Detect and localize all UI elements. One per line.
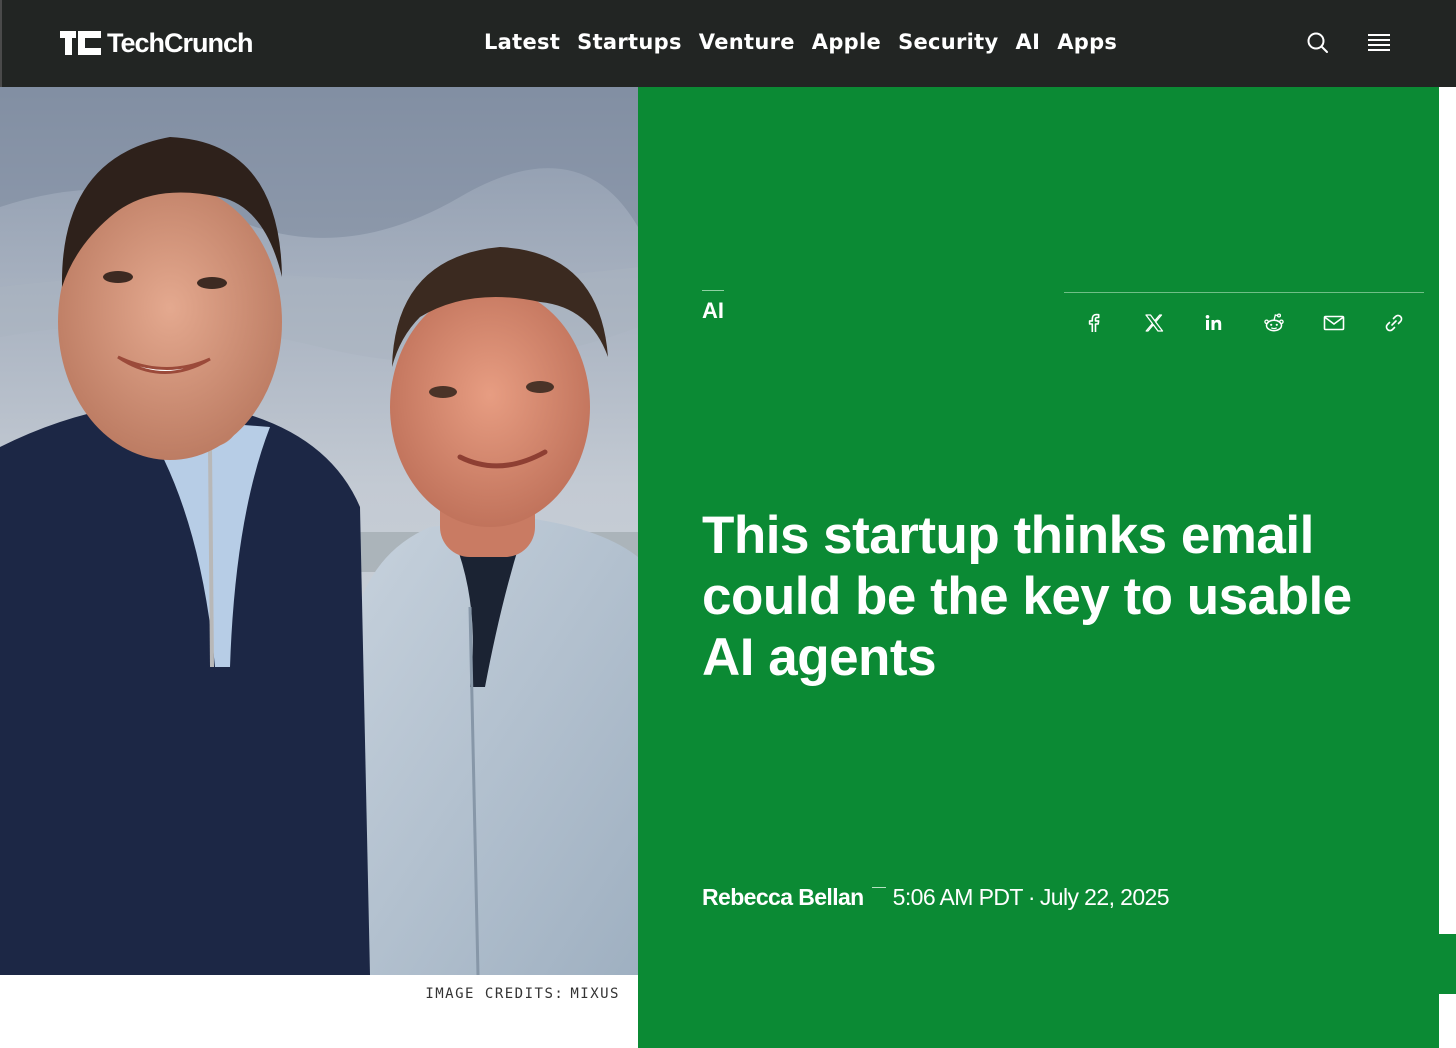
reddit-icon bbox=[1264, 313, 1284, 332]
side-accent bbox=[1439, 934, 1456, 994]
byline: Rebecca Bellan 5:06 AM PDT · July 22, 20… bbox=[702, 884, 1170, 911]
category-rule bbox=[702, 290, 724, 291]
site-header: TechCrunch Latest Startups Venture Apple… bbox=[0, 0, 1456, 87]
logo-text: TechCrunch bbox=[107, 27, 254, 58]
share-bar bbox=[1080, 309, 1408, 337]
search-icon bbox=[1307, 32, 1328, 53]
byline-separator: · bbox=[1027, 884, 1036, 910]
share-linkedin-button[interactable] bbox=[1200, 309, 1228, 337]
facebook-icon bbox=[1088, 313, 1100, 332]
image-credits-value: MIXUS bbox=[570, 986, 620, 1002]
nav-apple[interactable]: Apple bbox=[812, 28, 881, 56]
nav-apps[interactable]: Apps bbox=[1057, 28, 1117, 56]
hero-image bbox=[0, 87, 638, 975]
share-divider bbox=[1064, 292, 1424, 293]
nav-venture[interactable]: Venture bbox=[699, 28, 795, 56]
main-nav: Latest Startups Venture Apple Security A… bbox=[484, 28, 1117, 56]
nav-security[interactable]: Security bbox=[898, 28, 998, 56]
techcrunch-logo[interactable]: TechCrunch bbox=[60, 27, 254, 58]
tc-logo-icon bbox=[60, 31, 101, 55]
nav-ai[interactable]: AI bbox=[1016, 28, 1041, 56]
publish-date: July 22, 2025 bbox=[1039, 884, 1170, 910]
x-icon bbox=[1145, 314, 1164, 332]
email-icon bbox=[1323, 315, 1345, 331]
share-facebook-button[interactable] bbox=[1080, 309, 1108, 337]
nav-startups[interactable]: Startups bbox=[577, 28, 682, 56]
nav-latest[interactable]: Latest bbox=[484, 28, 560, 56]
linkedin-icon bbox=[1205, 315, 1222, 330]
publish-time: 5:06 AM PDT bbox=[892, 884, 1024, 910]
share-x-button[interactable] bbox=[1140, 309, 1168, 337]
copy-link-button[interactable] bbox=[1380, 309, 1408, 337]
search-button[interactable] bbox=[1305, 30, 1331, 56]
author-link[interactable]: Rebecca Bellan bbox=[702, 884, 864, 911]
category-link[interactable]: AI bbox=[702, 298, 724, 324]
image-credits-label: IMAGE CREDITS: bbox=[425, 986, 565, 1002]
share-email-button[interactable] bbox=[1320, 309, 1348, 337]
byline-dash bbox=[871, 887, 886, 888]
share-reddit-button[interactable] bbox=[1260, 309, 1288, 337]
menu-button[interactable] bbox=[1366, 31, 1392, 55]
article-headline: This startup thinks email could be the k… bbox=[702, 506, 1352, 687]
link-icon bbox=[1385, 314, 1403, 332]
image-credits: IMAGE CREDITS: MIXUS bbox=[425, 986, 620, 1002]
hamburger-menu-icon bbox=[1368, 34, 1390, 51]
